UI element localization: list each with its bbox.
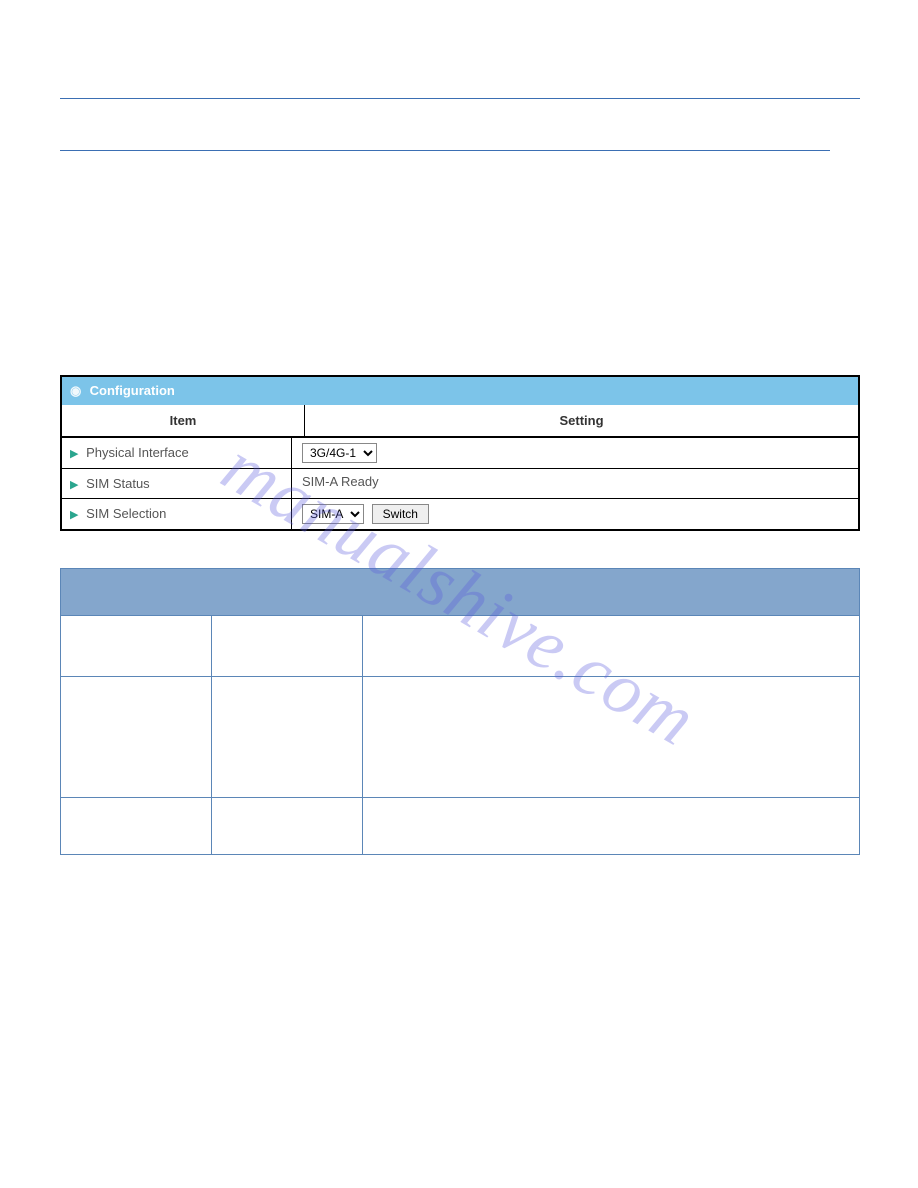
row-sim-selection: ▶ SIM Selection SIM-A Switch	[62, 498, 858, 529]
label-sim-status: ▶ SIM Status	[62, 469, 292, 498]
physical-interface-select[interactable]: 3G/4G-1	[302, 443, 377, 463]
desc-cell-item	[61, 677, 212, 797]
label-sim-selection: ▶ SIM Selection	[62, 499, 292, 529]
desc-cell-item	[61, 798, 212, 854]
desc-cell-desc	[363, 616, 859, 676]
desc-cell-item	[61, 616, 212, 676]
panel-header: ◉ Configuration	[62, 377, 858, 405]
value-sim-selection: SIM-A Switch	[292, 499, 858, 529]
column-headers: Item Setting	[62, 405, 858, 437]
col-setting-header: Setting	[305, 405, 858, 436]
sim-selection-select[interactable]: SIM-A	[302, 504, 364, 524]
value-physical-interface: 3G/4G-1	[292, 438, 858, 468]
divider-second	[60, 150, 830, 151]
description-table	[60, 568, 860, 855]
triangle-icon: ▶	[70, 448, 78, 460]
configuration-panel: ◉ Configuration Item Setting ▶ Physical …	[60, 375, 860, 531]
desc-cell-desc	[363, 798, 859, 854]
panel-title: Configuration	[90, 383, 175, 398]
description-header	[61, 569, 859, 615]
description-row	[61, 615, 859, 676]
desc-cell-value	[212, 798, 363, 854]
switch-button[interactable]: Switch	[372, 504, 429, 524]
triangle-icon: ▶	[70, 509, 78, 521]
row-physical-interface: ▶ Physical Interface 3G/4G-1	[62, 437, 858, 468]
row-sim-status: ▶ SIM Status SIM-A Ready	[62, 468, 858, 498]
triangle-icon: ▶	[70, 479, 78, 491]
description-row	[61, 797, 859, 854]
divider-top	[60, 98, 860, 99]
col-item-header: Item	[62, 405, 305, 436]
description-row	[61, 676, 859, 797]
label-physical-interface: ▶ Physical Interface	[62, 438, 292, 468]
value-sim-status: SIM-A Ready	[292, 469, 858, 498]
gear-icon: ◉	[70, 383, 82, 399]
desc-cell-value	[212, 616, 363, 676]
desc-cell-desc	[363, 677, 859, 797]
desc-cell-value	[212, 677, 363, 797]
